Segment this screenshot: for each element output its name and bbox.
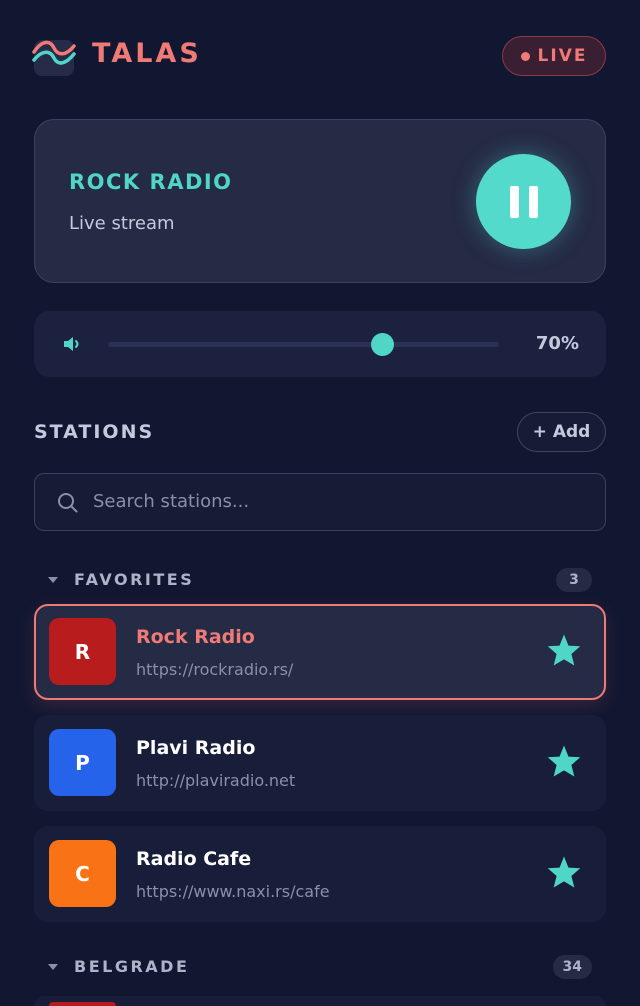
station-name: Rock Radio (136, 626, 255, 648)
group-header-favorites[interactable]: FAVORITES 3 (34, 568, 606, 594)
station-avatar: R (49, 618, 116, 685)
station-avatar: C (49, 840, 116, 907)
now-playing-subtitle: Live stream (69, 213, 175, 234)
caret-down-icon (48, 577, 58, 583)
star-icon[interactable] (546, 744, 582, 782)
star-icon[interactable] (546, 633, 582, 671)
station-item-rock-radio[interactable]: R Rock Radio https://rockradio.rs/ (34, 604, 606, 700)
pause-button[interactable] (476, 154, 571, 249)
station-item-radio-cafe[interactable]: C Radio Cafe https://www.naxi.rs/cafe (34, 826, 606, 922)
star-icon[interactable] (546, 855, 582, 893)
group-header-belgrade[interactable]: BELGRADE 34 (34, 955, 606, 981)
brand-name: TALAS (92, 38, 202, 69)
live-label: LIVE (537, 46, 588, 66)
station-url: https://rockradio.rs/ (136, 660, 294, 679)
group-count: 3 (556, 568, 592, 592)
search-icon (57, 492, 79, 518)
station-url: https://www.naxi.rs/cafe (136, 882, 330, 901)
station-name: Plavi Radio (136, 737, 256, 759)
now-playing-title: ROCK RADIO (69, 170, 233, 194)
volume-control: 70% (34, 311, 606, 377)
live-dot-icon (520, 51, 530, 61)
stations-heading: STATIONS (34, 421, 155, 443)
station-avatar: P (49, 729, 116, 796)
station-item-plavi-radio[interactable]: P Plavi Radio http://plaviradio.net (34, 715, 606, 811)
volume-icon[interactable] (62, 335, 82, 357)
now-playing-card: ROCK RADIO Live stream (34, 119, 606, 283)
group-label: BELGRADE (74, 957, 190, 976)
station-name: Radio Cafe (136, 848, 252, 870)
add-station-button[interactable]: + Add (517, 412, 606, 452)
volume-slider[interactable] (108, 333, 499, 356)
app-header: TALAS LIVE (32, 36, 606, 76)
live-badge: LIVE (502, 36, 606, 76)
caret-down-icon (48, 964, 58, 970)
station-url: http://plaviradio.net (136, 771, 296, 790)
search-input[interactable] (93, 474, 583, 529)
volume-slider-thumb[interactable] (370, 333, 394, 356)
pause-icon (509, 185, 519, 218)
wave-logo-icon (32, 40, 76, 76)
group-count: 34 (552, 955, 592, 979)
group-label: FAVORITES (74, 570, 195, 589)
station-avatar (49, 1002, 116, 1006)
search-box (34, 473, 606, 531)
volume-value: 70% (535, 333, 579, 354)
station-item-partial[interactable] (34, 996, 606, 1006)
